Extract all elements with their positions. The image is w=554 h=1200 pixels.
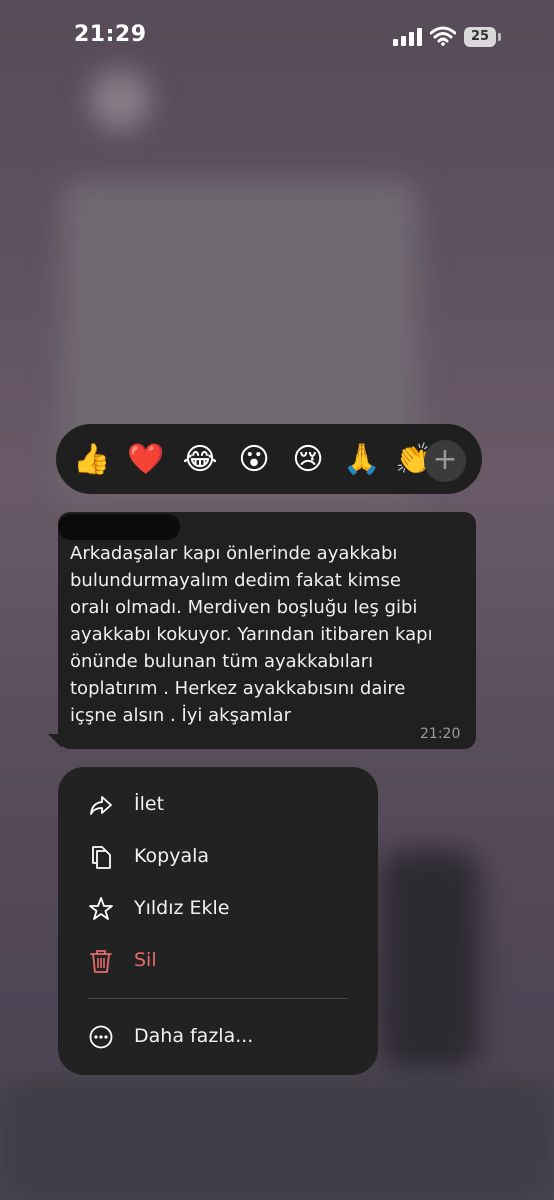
menu-item-star[interactable]: Yıldız Ekle: [58, 884, 378, 936]
menu-item-label: İlet: [134, 793, 165, 815]
reaction-pray[interactable]: 🙏: [342, 440, 382, 480]
battery-indicator: 25: [464, 27, 502, 47]
status-bar: 21:29 25: [0, 0, 554, 76]
message-text: Arkadaşalar kapı önlerinde ayakkabı bulu…: [70, 543, 433, 726]
background-blur: [90, 70, 150, 130]
menu-item-more[interactable]: Daha fazla...: [58, 1012, 378, 1064]
reaction-laugh[interactable]: 😂: [180, 440, 220, 480]
sender-name-redacted: [58, 514, 180, 540]
signal-icon: [393, 28, 422, 46]
copy-icon: [92, 846, 111, 869]
menu-item-forward[interactable]: İlet: [58, 780, 378, 832]
star-icon: [89, 897, 113, 920]
context-menu: İlet Kopyala Yıldız Ekle Sil Daha fazla.: [58, 767, 378, 1075]
battery-level: 25: [464, 27, 496, 47]
plus-icon: +: [432, 442, 458, 477]
message-time: 21:20: [420, 726, 461, 742]
reaction-heart[interactable]: ❤️: [126, 440, 166, 480]
reaction-bar: 👍 ❤️ 😂 😮 😢 🙏 👏: [56, 424, 482, 494]
more-reactions-button[interactable]: +: [424, 440, 466, 482]
status-time: 21:29: [74, 22, 147, 47]
menu-item-label: Kopyala: [134, 845, 210, 867]
menu-item-label: Sil: [134, 949, 157, 971]
bubble-tail: [48, 734, 62, 748]
reaction-surprised[interactable]: 😮: [234, 440, 274, 480]
wifi-icon: [430, 26, 456, 46]
menu-item-label: Daha fazla...: [134, 1025, 254, 1047]
background-blur: [380, 850, 480, 1070]
menu-item-delete[interactable]: Sil: [58, 936, 378, 988]
menu-item-label: Yıldız Ekle: [134, 897, 230, 919]
menu-item-copy[interactable]: Kopyala: [58, 832, 378, 884]
reaction-thumbs-up[interactable]: 👍: [72, 440, 112, 480]
background-blur: [0, 1080, 554, 1200]
forward-icon: [90, 796, 112, 815]
menu-divider: [88, 998, 348, 999]
trash-icon: [90, 950, 112, 973]
more-icon: [89, 1025, 113, 1049]
reaction-cry[interactable]: 😢: [288, 440, 328, 480]
